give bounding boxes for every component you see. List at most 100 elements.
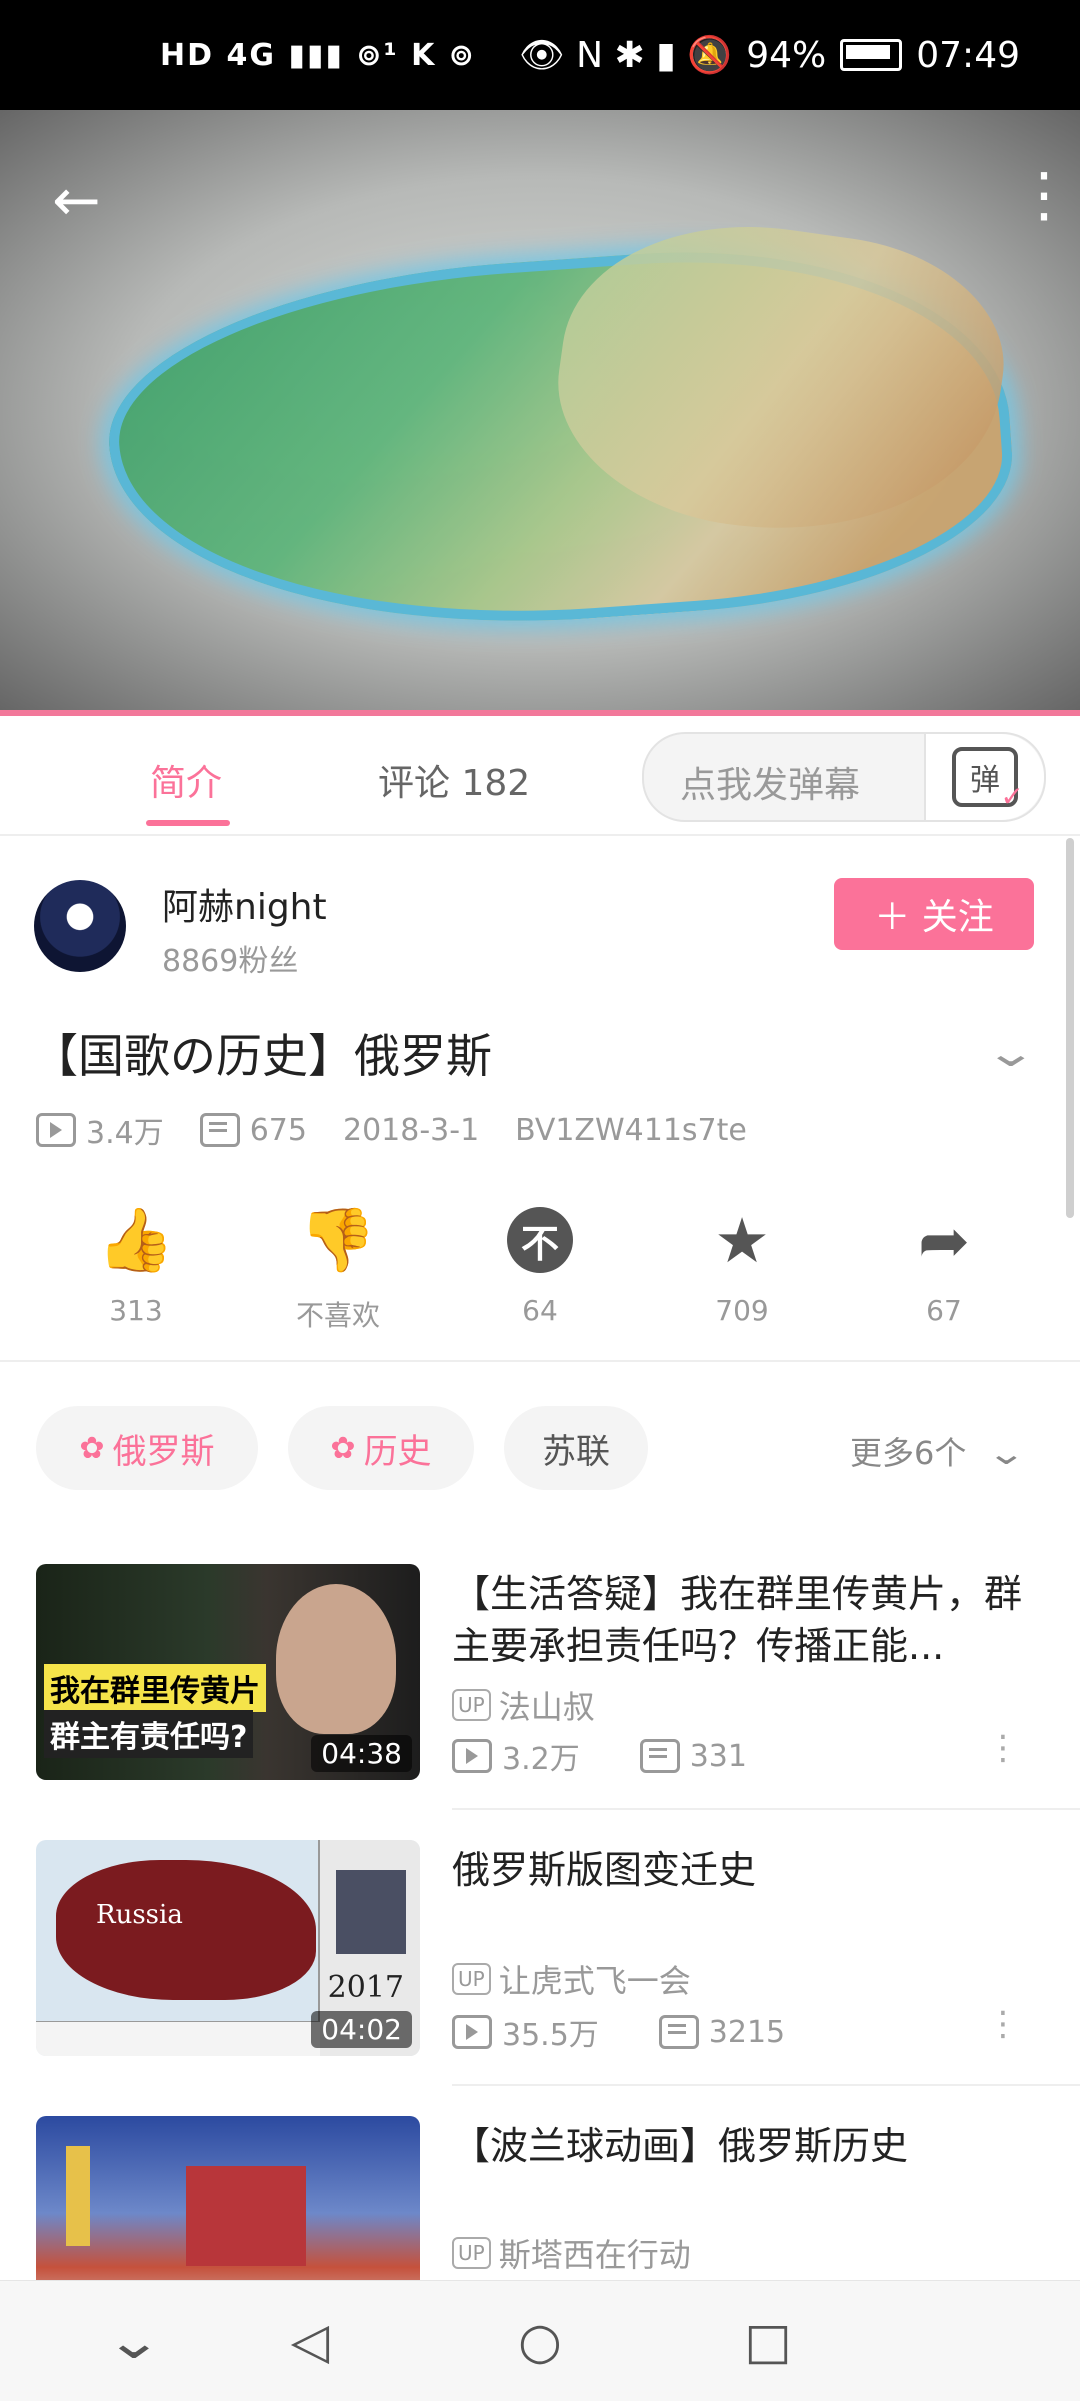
related-video-stats: 35.5万 3215: [452, 2010, 785, 2054]
thumbs-up-icon: 👍: [97, 1203, 175, 1276]
tag-history[interactable]: ✿ 历史: [288, 1406, 474, 1490]
coin-icon: 不: [507, 1207, 573, 1273]
video-player[interactable]: ← ⋮: [0, 110, 1080, 710]
chevron-down-icon: ⌄: [985, 1434, 1027, 1472]
tab-comments[interactable]: 评论 182: [378, 754, 530, 806]
tab-intro[interactable]: 简介: [150, 754, 222, 806]
thumbnail-map: [56, 1860, 316, 2000]
thumbnail-tower: [66, 2146, 90, 2246]
danmaku-placeholder: 点我发弹幕: [680, 765, 861, 806]
views-count: 35.5万: [502, 2018, 599, 2053]
danmaku-input[interactable]: 点我发弹幕 弹: [642, 732, 1046, 822]
dislike-label: 不喜欢: [295, 1299, 380, 1332]
uploader-name[interactable]: 阿赫night: [162, 878, 327, 930]
thumbnail-footer: [36, 2021, 320, 2056]
views-count: 3.2万: [502, 1742, 580, 1777]
thumbnail-caption: 我在群里传黄片: [44, 1664, 266, 1712]
bvid: BV1ZW411s7te: [515, 1112, 747, 1148]
thumbnail-caption: 群主有责任吗?: [44, 1710, 254, 1758]
tag-label: 历史: [363, 1431, 432, 1472]
related-video-uploader: UP 斯塔西在行动: [452, 2230, 691, 2276]
more-vertical-icon[interactable]: ⋮: [986, 2004, 1020, 2044]
more-tags-label: 更多6个: [850, 1434, 967, 1472]
tag-label: 俄罗斯: [112, 1431, 215, 1472]
tab-active-indicator: [146, 820, 230, 826]
tab-bar: 简介 评论 182 点我发弹幕 弹: [0, 716, 1080, 836]
related-video-item[interactable]: Russia 2017 04:02 俄罗斯版图变迁史 UP 让虎式飞一会 35.…: [0, 1840, 1080, 2116]
coin-count: 64: [522, 1294, 558, 1327]
tag-label: 苏联: [542, 1431, 610, 1472]
action-bar: 👍 313 👎 不喜欢 不 64 ★ 709 ➦ 67: [0, 1200, 1080, 1360]
video-title: 【国歌の历史】俄罗斯: [32, 1029, 492, 1083]
chevron-down-icon[interactable]: ⌄: [92, 2311, 176, 2371]
more-vertical-icon[interactable]: ⋮: [1014, 165, 1074, 235]
share-arrow-icon: ➦: [918, 1203, 970, 1277]
danmaku-count: 675: [249, 1112, 307, 1148]
video-thumbnail[interactable]: 我在群里传黄片 群主有责任吗? 04:38: [36, 1564, 420, 1780]
up-badge: UP: [452, 1689, 491, 1721]
status-left-icons: HD 4G ▮▮▮ ⊚¹ K ⊚: [160, 38, 476, 73]
play-count-icon: [36, 1113, 76, 1147]
danmaku-toggle-button[interactable]: 弹: [924, 734, 1044, 820]
danmaku-count-icon: [199, 1113, 240, 1147]
uploader-name: 斯塔西在行动: [498, 2236, 691, 2274]
star-icon: ★: [714, 1203, 770, 1277]
views-stat: 3.4万: [36, 1108, 164, 1152]
clock: 07:49: [916, 34, 1020, 76]
recents-square-icon[interactable]: □: [738, 2311, 798, 2371]
thumbnail-caption: Russia: [96, 1900, 183, 1930]
home-circle-icon[interactable]: ○: [510, 2311, 570, 2371]
favorite-count: 709: [715, 1294, 769, 1327]
chevron-down-icon[interactable]: ⌄: [984, 1030, 1038, 1076]
video-duration: 04:02: [311, 2011, 412, 2048]
play-count-icon: [452, 1739, 492, 1773]
divider: [0, 1360, 1080, 1362]
up-badge: UP: [452, 1963, 491, 1995]
tag-soviet[interactable]: 苏联: [504, 1406, 648, 1490]
more-vertical-icon[interactable]: ⋮: [986, 1728, 1020, 1768]
publish-date: 2018-3-1: [342, 1112, 480, 1148]
related-video-item[interactable]: 我在群里传黄片 群主有责任吗? 04:38 【生活答疑】我在群里传黄片，群主要承…: [0, 1564, 1080, 1840]
system-nav-bar: ⌄ ◁ ○ □: [0, 2280, 1080, 2401]
play-count-icon: [452, 2015, 492, 2049]
scrollbar[interactable]: [1066, 838, 1074, 1218]
divider: [452, 1808, 1080, 1810]
favorite-button[interactable]: ★ 709: [662, 1200, 822, 1328]
status-right: 👁 N ✱ ▮ 🔕 94% 07:49: [519, 34, 1020, 77]
uploader-name: 让虎式飞一会: [498, 1962, 691, 2000]
tag-russia[interactable]: ✿ 俄罗斯: [36, 1406, 258, 1490]
uploader-fans: 8869粉丝: [162, 944, 299, 979]
battery-percent: 94%: [746, 34, 827, 76]
tag-channel-icon: ✿: [330, 1430, 356, 1466]
dislike-button[interactable]: 👎 不喜欢: [258, 1200, 418, 1334]
thumbnail-person: [276, 1584, 396, 1734]
share-count: 67: [926, 1294, 962, 1327]
thumbs-down-icon: 👎: [299, 1203, 377, 1276]
thumbnail-caption: 2017: [327, 1970, 404, 2005]
video-meta: 3.4万 675 2018-3-1 BV1ZW411s7te: [36, 1108, 747, 1152]
danmaku-count-icon: [658, 2015, 699, 2049]
video-duration: 04:38: [311, 1735, 412, 1772]
danmaku-count: 331: [689, 1738, 747, 1774]
danmaku-stat: 675: [199, 1112, 307, 1148]
related-video-uploader: UP 法山叔: [452, 1682, 595, 1728]
share-button[interactable]: ➦ 67: [864, 1200, 1024, 1328]
danmaku-count-icon: [639, 1739, 680, 1773]
related-video-stats: 3.2万 331: [452, 1734, 747, 1778]
status-right-icons: 👁 N ✱ ▮ 🔕: [519, 35, 733, 76]
coin-button[interactable]: 不 64: [460, 1200, 620, 1327]
like-button[interactable]: 👍 313: [56, 1200, 216, 1327]
thumbnail-building: [186, 2166, 306, 2266]
back-triangle-icon[interactable]: ◁: [280, 2311, 340, 2371]
like-count: 313: [109, 1294, 163, 1327]
related-video-title: 【波兰球动画】俄罗斯历史: [452, 2124, 909, 2168]
danmaku-count: 3215: [708, 2014, 786, 2050]
related-video-title: 俄罗斯版图变迁史: [452, 1848, 757, 1892]
follow-button[interactable]: ＋ 关注: [834, 878, 1034, 950]
more-tags-button[interactable]: 更多6个 ⌄: [850, 1428, 1026, 1474]
status-bar: HD 4G ▮▮▮ ⊚¹ K ⊚ 👁 N ✱ ▮ 🔕 94% 07:49: [0, 0, 1080, 110]
avatar[interactable]: [34, 880, 126, 972]
back-arrow-icon[interactable]: ←: [52, 170, 112, 230]
uploader-name: 法山叔: [498, 1688, 595, 1726]
video-thumbnail[interactable]: Russia 2017 04:02: [36, 1840, 420, 2056]
